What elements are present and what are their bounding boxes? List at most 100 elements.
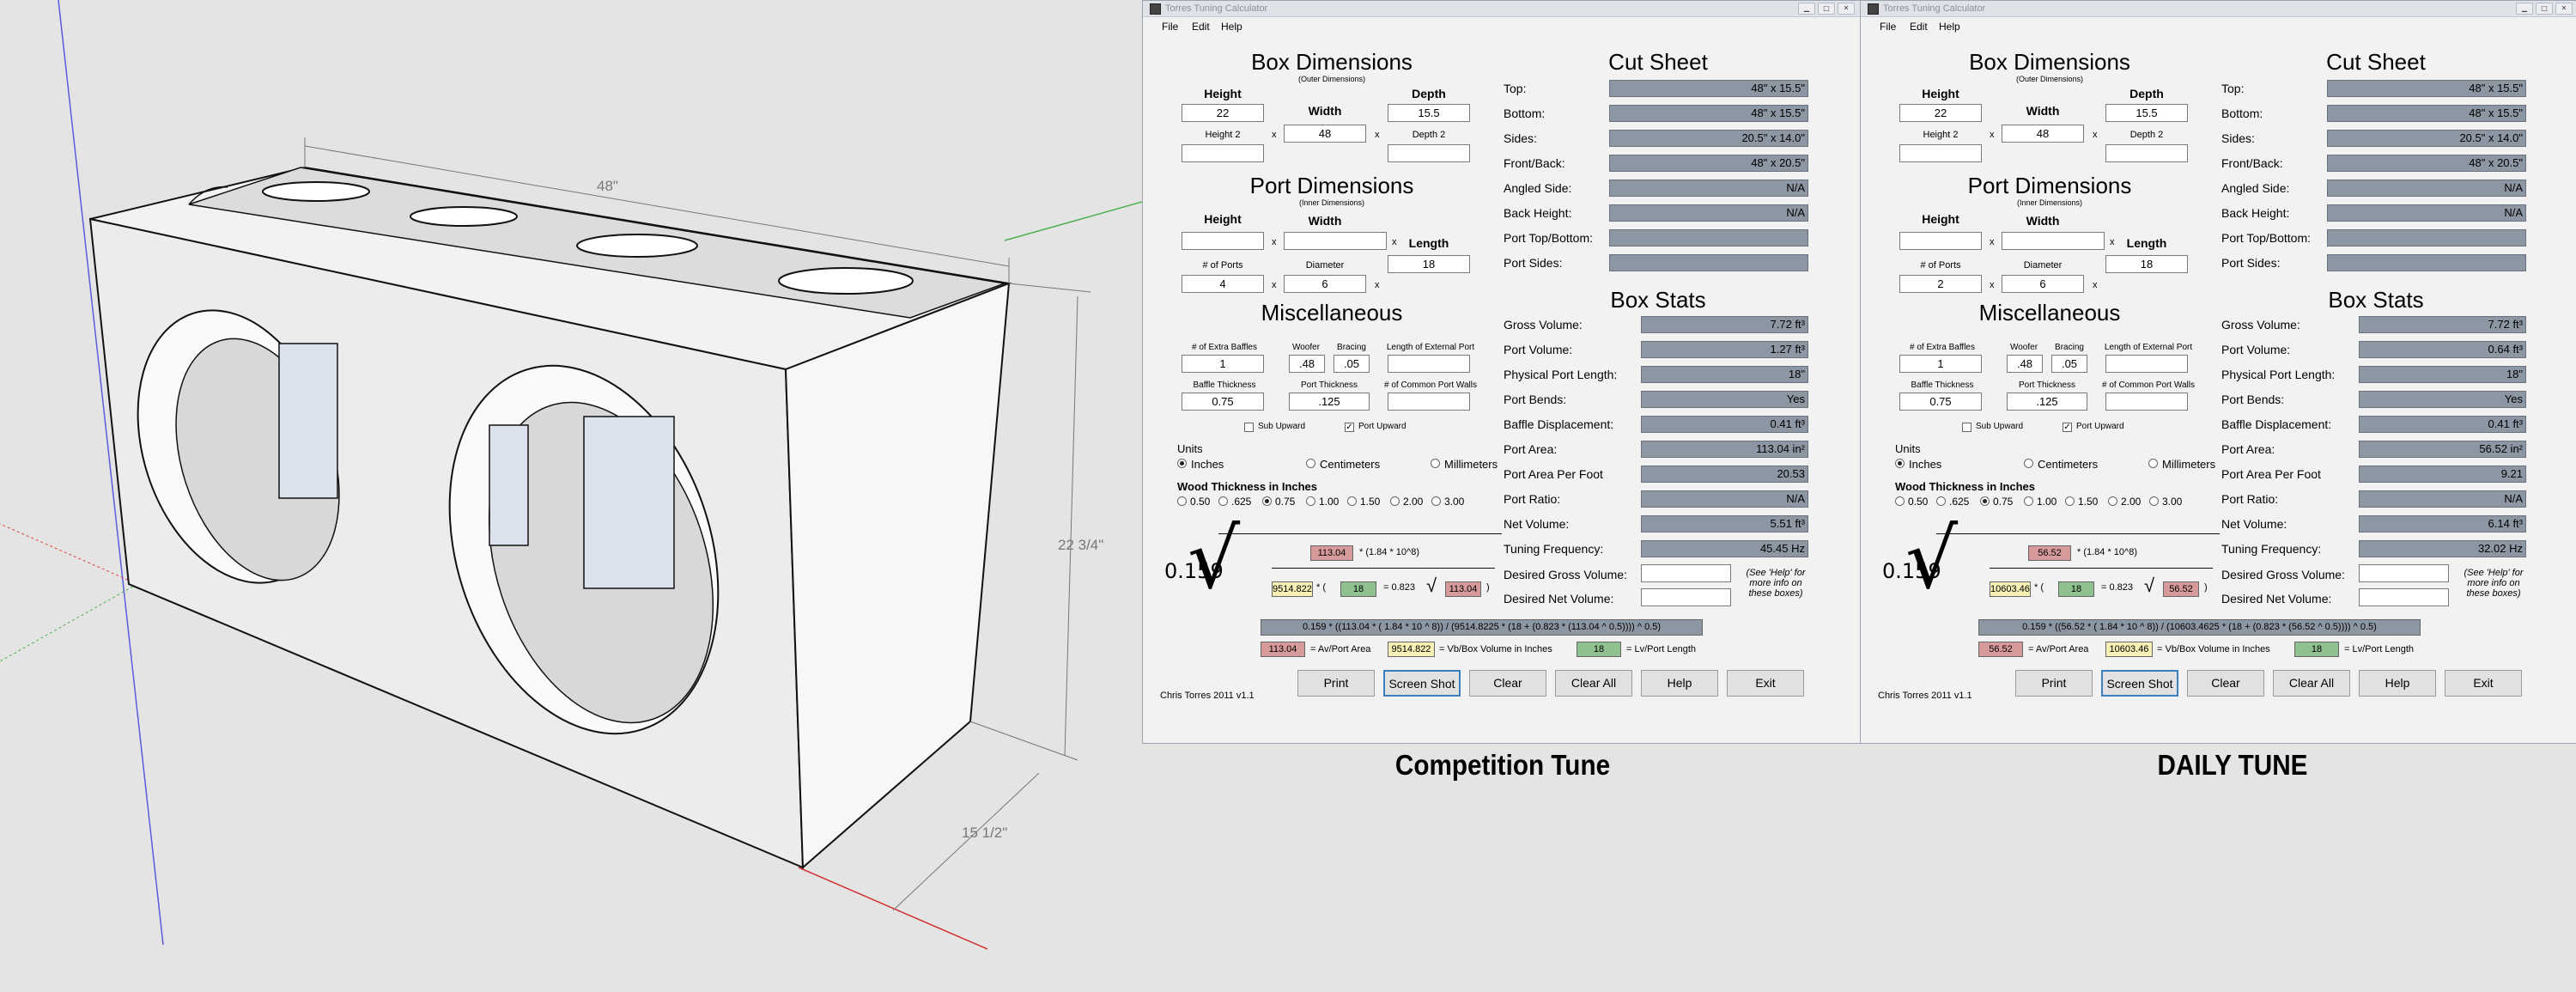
units-option-label: Inches (1909, 458, 1942, 471)
port-thickness-input[interactable] (1289, 393, 1370, 411)
height2-input[interactable] (1899, 144, 1982, 162)
woofer-input[interactable] (1289, 355, 1325, 373)
wood-radio-2[interactable] (1980, 496, 1990, 506)
external-port-input[interactable] (1388, 355, 1470, 373)
maximize-button[interactable]: □ (1818, 3, 1835, 15)
port-length-input[interactable] (1388, 255, 1470, 273)
wood-radio-5[interactable] (2108, 496, 2117, 506)
wood-radio-3[interactable] (2024, 496, 2033, 506)
menu-bar: File Edit Help (1861, 17, 2576, 34)
menu-file[interactable]: File (1880, 21, 1896, 33)
port-height-input[interactable] (1182, 232, 1264, 250)
menu-help[interactable]: Help (1939, 21, 1960, 33)
port-width-input[interactable] (2002, 232, 2105, 250)
port-upward-checkbox[interactable]: ✓ (2063, 423, 2072, 432)
ports-count-input[interactable] (1182, 275, 1264, 293)
help-button[interactable]: Help (1641, 670, 1718, 697)
units-radio-1[interactable] (1306, 459, 1315, 468)
legend-vb-label: = Vb/Box Volume in Inches (1439, 644, 1552, 654)
minimize-button[interactable]: ▁ (2516, 3, 2533, 15)
print-button[interactable]: Print (1297, 670, 1375, 697)
depth2-input[interactable] (1388, 144, 1470, 162)
wood-radio-4[interactable] (2065, 496, 2075, 506)
box-stats-heading: Box Stats (1610, 287, 1706, 313)
clear-button[interactable]: Clear (1469, 670, 1546, 697)
box-height-input[interactable] (1899, 104, 1982, 122)
extra-baffles-input[interactable] (1899, 355, 1982, 373)
screen-shot-button[interactable]: Screen Shot (2101, 670, 2178, 697)
port-thickness-input[interactable] (2007, 393, 2087, 411)
wood-radio-1[interactable] (1936, 496, 1946, 506)
external-port-label: Length of External Port (2104, 343, 2193, 352)
box-stats-row-label: Port Area Per Foot (2221, 467, 2321, 481)
bracing-input[interactable] (2051, 355, 2087, 373)
external-port-input[interactable] (2105, 355, 2188, 373)
wood-radio-1[interactable] (1218, 496, 1228, 506)
wood-radio-2[interactable] (1262, 496, 1272, 506)
legend-av-label: = Av/Port Area (1310, 644, 1371, 654)
close-button[interactable]: ✕ (2555, 3, 2573, 15)
wood-radio-0[interactable] (1895, 496, 1905, 506)
baffle-thickness-input[interactable] (1182, 393, 1264, 411)
help-button[interactable]: Help (2359, 670, 2436, 697)
close-button[interactable]: ✕ (1838, 3, 1855, 15)
bracing-input[interactable] (1334, 355, 1370, 373)
desired-gross-input[interactable] (2359, 564, 2449, 582)
screen-shot-button[interactable]: Screen Shot (1383, 670, 1461, 697)
print-button[interactable]: Print (2015, 670, 2093, 697)
port-width-input[interactable] (1284, 232, 1387, 250)
menu-edit[interactable]: Edit (1910, 21, 1928, 33)
depth2-input[interactable] (2105, 144, 2188, 162)
baffle-thickness-input[interactable] (1899, 393, 1982, 411)
minimize-button[interactable]: ▁ (1798, 3, 1815, 15)
clear-button[interactable]: Clear (2187, 670, 2264, 697)
exit-button[interactable]: Exit (1727, 670, 1804, 697)
menu-help[interactable]: Help (1221, 21, 1242, 33)
box-depth-input[interactable] (2105, 104, 2188, 122)
cut-sheet-row-label: Back Height: (1504, 206, 1572, 220)
diameter-input[interactable] (1284, 275, 1366, 293)
box-width-input[interactable] (2002, 125, 2084, 143)
maximize-button[interactable]: □ (2536, 3, 2553, 15)
wood-radio-3[interactable] (1306, 496, 1315, 506)
box-depth-input[interactable] (1388, 104, 1470, 122)
extra-baffles-input[interactable] (1182, 355, 1264, 373)
diameter-input[interactable] (2002, 275, 2084, 293)
box-height-input[interactable] (1182, 104, 1264, 122)
wood-radio-4[interactable] (1347, 496, 1357, 506)
wood-radio-0[interactable] (1177, 496, 1187, 506)
menu-edit[interactable]: Edit (1192, 21, 1210, 33)
wood-radio-6[interactable] (2149, 496, 2159, 506)
height2-input[interactable] (1182, 144, 1264, 162)
desired-gross-input[interactable] (1641, 564, 1731, 582)
wood-option-label: 2.00 (1403, 496, 1424, 508)
common-walls-input[interactable] (2105, 393, 2188, 411)
port-length-input[interactable] (2105, 255, 2188, 273)
clear-all-button[interactable]: Clear All (1555, 670, 1632, 697)
wood-radio-5[interactable] (1390, 496, 1400, 506)
units-radio-0[interactable] (1177, 459, 1187, 468)
port-height-input[interactable] (1899, 232, 1982, 250)
desired-net-input[interactable] (2359, 588, 2449, 606)
units-radio-2[interactable] (2148, 459, 2158, 468)
common-walls-input[interactable] (1388, 393, 1470, 411)
title-bar[interactable]: Torres Tuning Calculator ▁ □ ✕ (1143, 1, 1860, 17)
sub-upward-checkbox[interactable] (1962, 423, 1971, 432)
units-radio-0[interactable] (1895, 459, 1905, 468)
menu-file[interactable]: File (1162, 21, 1178, 33)
units-radio-2[interactable] (1431, 459, 1440, 468)
ports-count-input[interactable] (1899, 275, 1982, 293)
ports-count-label: # of Ports (1202, 260, 1243, 271)
box-stats-row-label: Baffle Displacement: (1504, 417, 1614, 431)
title-bar[interactable]: Torres Tuning Calculator ▁ □ ✕ (1861, 1, 2576, 17)
port-upward-checkbox[interactable]: ✓ (1345, 423, 1354, 432)
box-width-input[interactable] (1284, 125, 1366, 143)
clear-all-button[interactable]: Clear All (2273, 670, 2350, 697)
woofer-input[interactable] (2007, 355, 2043, 373)
box-height-label: Height (1922, 87, 1959, 100)
sub-upward-checkbox[interactable] (1244, 423, 1254, 432)
desired-net-input[interactable] (1641, 588, 1731, 606)
units-radio-1[interactable] (2024, 459, 2033, 468)
wood-radio-6[interactable] (1431, 496, 1441, 506)
exit-button[interactable]: Exit (2445, 670, 2522, 697)
